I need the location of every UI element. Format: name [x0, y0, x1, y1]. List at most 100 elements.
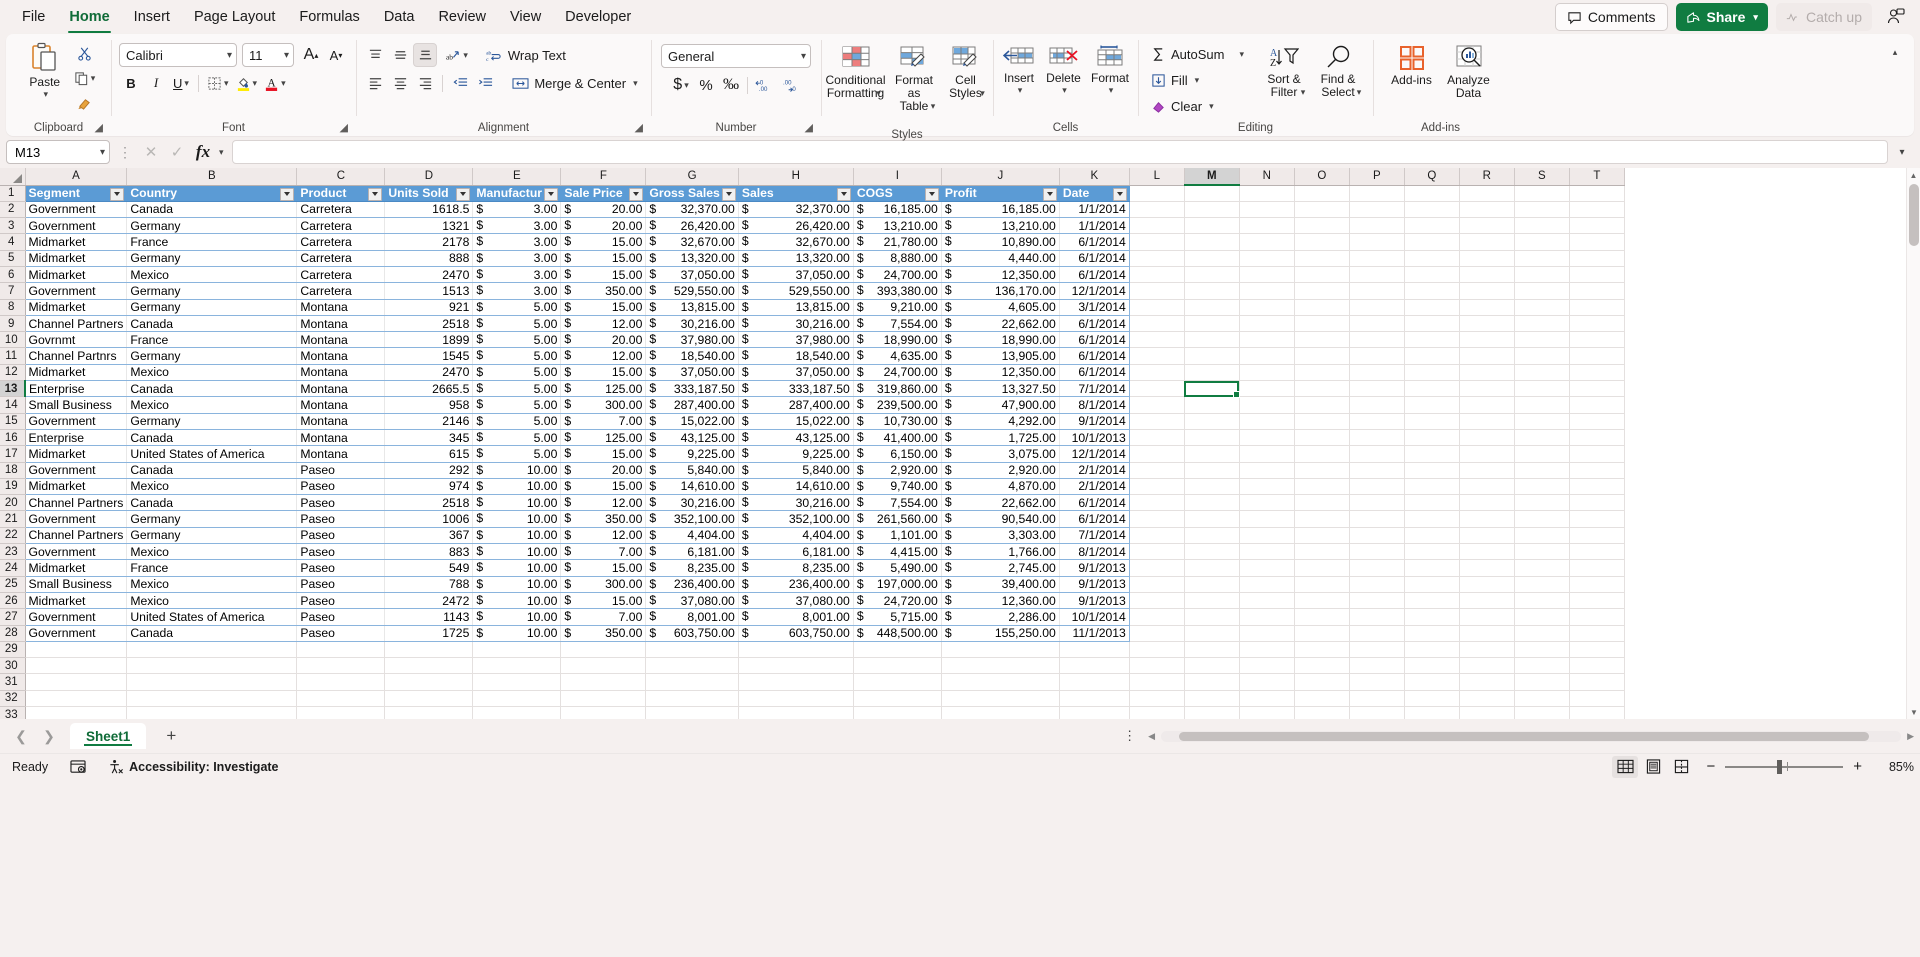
grid-cell[interactable]: Carretera: [296, 217, 386, 235]
enter-formula-icon[interactable]: ✓: [165, 140, 189, 164]
grid-cell[interactable]: [1459, 429, 1515, 447]
grid-cell[interactable]: [1569, 657, 1625, 675]
chevron-down-icon[interactable]: ▾: [219, 147, 224, 158]
grid-cell[interactable]: $5,840.00: [645, 462, 739, 479]
grid-cell[interactable]: Government: [24, 543, 128, 561]
grid-cell[interactable]: 7/1/2014: [1059, 380, 1130, 398]
chevron-down-icon[interactable]: ▾: [1239, 49, 1244, 60]
grid-cell[interactable]: [1514, 592, 1570, 610]
grid-cell[interactable]: $350.00: [560, 282, 647, 300]
borders-button[interactable]: ▾: [204, 71, 232, 95]
grid-cell[interactable]: [1459, 576, 1515, 593]
grid-cell[interactable]: 549: [384, 559, 474, 577]
grid-cell[interactable]: [1404, 494, 1460, 512]
grid-cell[interactable]: Montana: [296, 347, 386, 365]
grid-cell[interactable]: [1569, 250, 1625, 267]
align-center-button[interactable]: [388, 71, 412, 95]
grid-cell[interactable]: $43,125.00: [645, 429, 739, 447]
grid-cell[interactable]: $20.00: [560, 217, 647, 235]
grid-cell[interactable]: Midmarket: [24, 266, 128, 284]
grid-cell[interactable]: Govrnmt: [24, 331, 128, 349]
grid-cell[interactable]: 9/1/2013: [1059, 559, 1130, 577]
grid-cell[interactable]: [1569, 299, 1625, 316]
grid-cell[interactable]: [1239, 331, 1295, 349]
number-format-combo[interactable]: General ▾: [661, 44, 811, 68]
grid-cell[interactable]: [1569, 462, 1625, 479]
row-header-30[interactable]: 30: [0, 657, 26, 675]
formula-bar-options-icon[interactable]: ⋮: [114, 144, 135, 161]
grid-cell[interactable]: $393,380.00: [853, 282, 942, 300]
grid-cell[interactable]: $10.00: [472, 527, 562, 545]
grid-cell[interactable]: France: [126, 331, 298, 349]
grid-cell[interactable]: $18,540.00: [645, 347, 739, 365]
grid-cell[interactable]: [853, 690, 942, 708]
conditional-formatting-button[interactable]: Conditional Formatting ▾: [825, 41, 887, 114]
grid-cell[interactable]: $13,815.00: [738, 299, 854, 316]
column-header-a[interactable]: A: [25, 168, 128, 186]
grid-cell[interactable]: [1129, 559, 1185, 577]
grid-cell[interactable]: [1184, 543, 1240, 561]
grid-cell[interactable]: Montana: [296, 413, 386, 430]
grid-cell[interactable]: [1294, 690, 1350, 708]
grid-cell[interactable]: $30,216.00: [738, 315, 854, 333]
grid-cell[interactable]: [645, 706, 739, 719]
grid-cell[interactable]: $37,050.00: [645, 364, 739, 382]
grid-cell[interactable]: [296, 641, 386, 659]
align-top-button[interactable]: [363, 43, 387, 67]
grid-cell[interactable]: [1349, 494, 1405, 512]
grid-cell[interactable]: [1569, 364, 1625, 382]
scroll-down-icon[interactable]: ▼: [1907, 705, 1920, 719]
grid-cell[interactable]: $8,001.00: [645, 608, 739, 626]
grid-cell[interactable]: $3,075.00: [941, 445, 1060, 463]
grid-cell[interactable]: [1459, 690, 1515, 708]
formula-input[interactable]: [231, 140, 1888, 164]
increase-font-size-button[interactable]: A ▴: [299, 43, 323, 67]
filter-dropdown-icon[interactable]: [721, 187, 736, 201]
copy-button[interactable]: ▾: [71, 66, 99, 90]
grid-cell[interactable]: [1184, 527, 1240, 545]
grid-cell[interactable]: [1239, 657, 1295, 675]
grid-cell[interactable]: [1294, 657, 1350, 675]
grid-cell[interactable]: [1184, 250, 1240, 267]
autosum-button[interactable]: AutoSum ▾: [1145, 42, 1250, 66]
grid-cell[interactable]: [1404, 543, 1460, 561]
grid-cell[interactable]: $5.00: [472, 364, 562, 382]
grid-cell[interactable]: 2472: [384, 592, 474, 610]
chevron-down-icon[interactable]: ▾: [1209, 101, 1214, 112]
grid-cell[interactable]: [1404, 657, 1460, 675]
grid-cell[interactable]: [738, 690, 854, 708]
name-box[interactable]: M13 ▾: [6, 140, 110, 164]
grid-cell[interactable]: [1404, 217, 1460, 235]
grid-cell[interactable]: $13,320.00: [645, 250, 739, 267]
grid-cell[interactable]: [1294, 185, 1350, 202]
row-header-9[interactable]: 9: [0, 315, 26, 333]
grid-cell[interactable]: $6,181.00: [645, 543, 739, 561]
grid-cell[interactable]: Montana: [296, 364, 386, 382]
grid-cell[interactable]: [1349, 396, 1405, 414]
row-header-25[interactable]: 25: [0, 576, 26, 593]
grid-cell[interactable]: Channel Partners: [24, 494, 128, 512]
grid-cell[interactable]: [1129, 396, 1185, 414]
row-header-11[interactable]: 11: [0, 347, 26, 365]
table-header-cell[interactable]: Country: [126, 185, 298, 202]
grid-cell[interactable]: Midmarket: [24, 478, 128, 496]
grid-cell[interactable]: [1239, 250, 1295, 267]
grid-cell[interactable]: [1459, 364, 1515, 382]
grid-cell[interactable]: $24,720.00: [853, 592, 942, 610]
grid-cell[interactable]: $5,715.00: [853, 608, 942, 626]
grid-cell[interactable]: $5,490.00: [853, 559, 942, 577]
grid-cell[interactable]: [1349, 510, 1405, 528]
text-orientation-button[interactable]: ab ▾: [442, 43, 471, 67]
grid-cell[interactable]: [1569, 266, 1625, 284]
grid-cell[interactable]: [560, 641, 647, 659]
filter-dropdown-icon[interactable]: [368, 187, 383, 201]
grid-cell[interactable]: Midmarket: [24, 299, 128, 316]
grid-cell[interactable]: $10.00: [472, 608, 562, 626]
grid-cell[interactable]: [1514, 380, 1570, 398]
column-header-c[interactable]: C: [296, 168, 386, 186]
filter-dropdown-icon[interactable]: [836, 187, 851, 201]
grid-cell[interactable]: [1514, 185, 1570, 202]
grid-cell[interactable]: [645, 657, 739, 675]
grid-cell[interactable]: $350.00: [560, 510, 647, 528]
grid-cell[interactable]: $3.00: [472, 250, 562, 267]
